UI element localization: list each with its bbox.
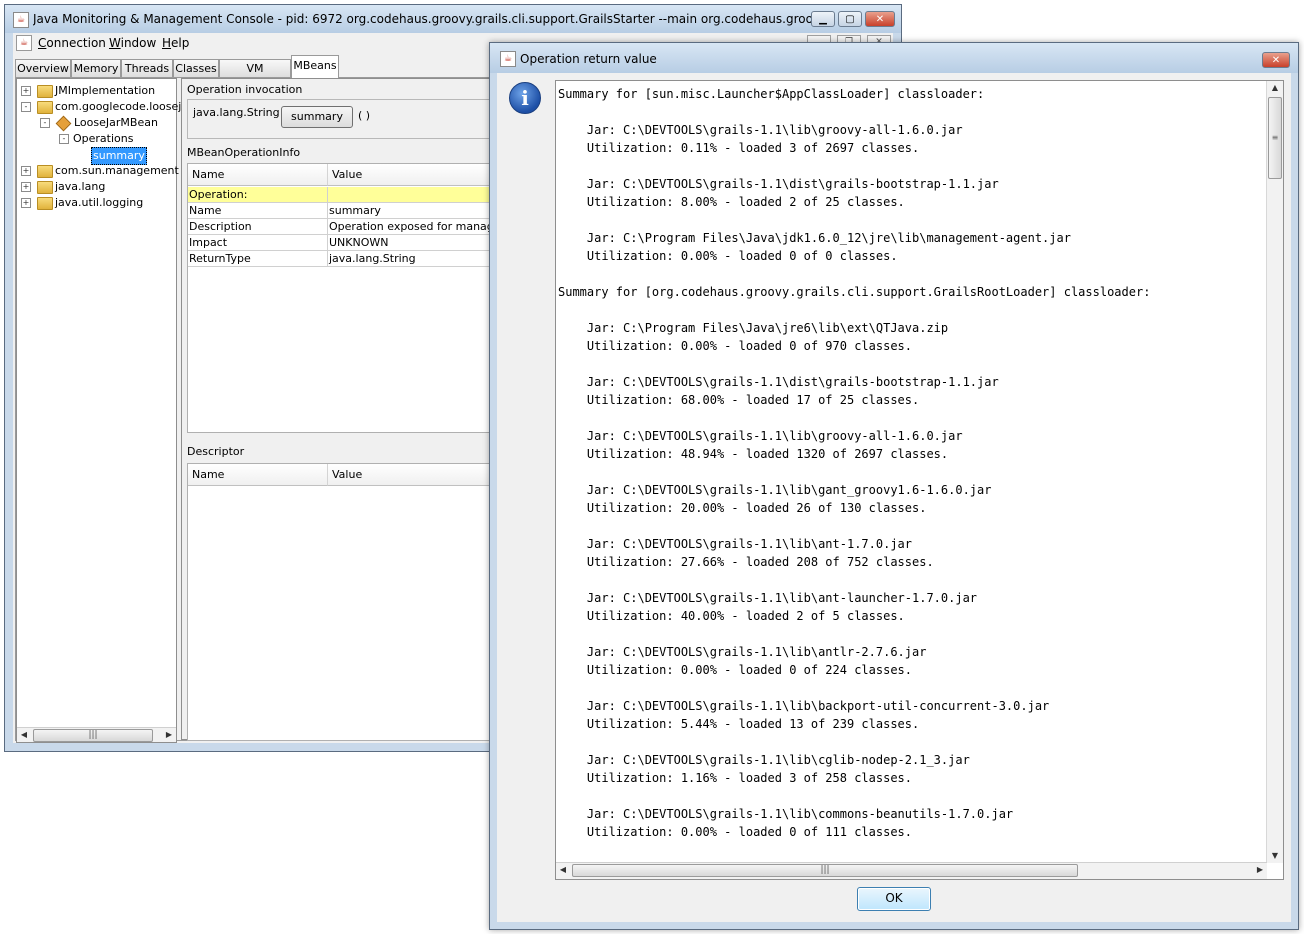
tree-node-operations[interactable]: - Operations [17,131,174,147]
return-value-text-area[interactable]: Summary for [sun.misc.Launcher$AppClassL… [555,80,1284,880]
ok-button[interactable]: OK [857,887,931,911]
menu-connection[interactable]: Connection [38,36,106,50]
scroll-up-icon[interactable]: ▲ [1267,81,1283,95]
tree-node-loosejarmbean[interactable]: - LooseJarMBean [17,115,174,132]
table-row-name[interactable]: Operation: [188,187,328,203]
tab-overview[interactable]: Overview [15,59,71,77]
menu-help-rest: elp [171,36,190,50]
text-horizontal-scrollbar[interactable]: ◀ ||| ▶ [556,862,1267,879]
java-app-icon: ☕ [13,12,29,28]
collapse-icon[interactable]: - [59,134,69,144]
scroll-left-icon[interactable]: ◀ [17,728,31,742]
scroll-left-icon[interactable]: ◀ [556,863,570,877]
maximize-icon: ▢ [845,14,855,25]
close-button[interactable]: ✕ [865,11,895,27]
dialog-close-button[interactable]: ✕ [1262,52,1290,68]
scroll-thumb[interactable]: ≡ [1268,97,1282,179]
summary-invoke-button[interactable]: summary [281,106,353,128]
mbean-operation-info-title: MBeanOperationInfo [187,146,301,159]
column-header-name[interactable]: Name [188,464,328,486]
tree-node-java-lang[interactable]: + java.lang [17,179,174,195]
table-row-name[interactable]: Impact [188,235,328,251]
java-icon[interactable]: ☕ [16,35,32,51]
minimize-icon: ▁ [819,14,827,25]
expand-icon[interactable]: + [21,198,31,208]
expand-icon[interactable]: + [21,86,31,96]
maximize-button[interactable]: ▢ [838,11,862,27]
menu-help-mnemonic: H [162,36,172,50]
java-app-icon: ☕ [500,51,516,67]
operation-invocation-title: Operation invocation [187,83,303,96]
tab-mbeans[interactable]: MBeans [291,55,339,78]
operation-return-dialog: ☕ Operation return value ✕ i Summary for… [489,42,1299,930]
scroll-thumb[interactable]: ||| [572,864,1078,877]
menu-window-rest: indow [120,36,157,50]
tree-node-label: java.util.logging [55,196,144,209]
minimize-button[interactable]: ▁ [811,11,835,27]
tab-vm-summary[interactable]: VM Summary [219,59,291,92]
params-label: ( ) [358,109,371,122]
dialog-title: Operation return value [520,52,657,66]
descriptor-title: Descriptor [187,445,245,458]
tree-node-com-sun-management[interactable]: + com.sun.management [17,163,179,179]
mbean-icon [55,115,72,132]
tab-memory[interactable]: Memory [71,59,121,77]
tree-node-label: JMImplementation [55,84,156,97]
dialog-client-area: i Summary for [sun.misc.Launcher$AppClas… [497,73,1291,922]
scroll-right-icon[interactable]: ▶ [1253,863,1267,877]
tree-node-loosejar[interactable]: - com.googlecode.loosejar [17,99,193,115]
menu-connection-rest: onnection [46,36,106,50]
folder-icon [37,197,53,210]
scroll-down-icon[interactable]: ▼ [1267,849,1283,863]
main-titlebar[interactable]: ☕ Java Monitoring & Management Console -… [5,5,901,33]
column-header-name[interactable]: Name [188,164,328,186]
main-window-title: Java Monitoring & Management Console - p… [33,12,811,26]
scroll-right-icon[interactable]: ▶ [162,728,176,742]
folder-icon [37,181,53,194]
tab-classes[interactable]: Classes [173,59,219,77]
menu-window-mnemonic: W [109,36,121,50]
return-type-label: java.lang.String [193,106,280,119]
tree-horizontal-scrollbar[interactable]: ◀ ||| ▶ [17,727,176,742]
expand-icon[interactable]: + [21,182,31,192]
tree-node-label: java.lang [55,180,106,193]
tree-node-label: com.googlecode.loosejar [55,100,193,113]
table-row-name[interactable]: Description [188,219,328,235]
tree-node-label: com.sun.management [55,164,179,177]
menu-help[interactable]: Help [162,36,189,50]
info-icon: i [509,82,541,114]
text-vertical-scrollbar[interactable]: ▲ ≡ ▼ [1266,81,1283,863]
tree-node-label: LooseJarMBean [74,116,158,129]
tree-node-java-util-logging[interactable]: + java.util.logging [17,195,174,211]
tree-node-jmimplementation[interactable]: + JMImplementation [17,83,174,99]
folder-icon [37,165,53,178]
scroll-thumb[interactable]: ||| [33,729,153,742]
mbean-tree: + JMImplementation - com.googlecode.loos… [16,78,193,743]
dialog-titlebar[interactable]: ☕ Operation return value ✕ [490,43,1298,73]
expand-icon[interactable]: + [21,166,31,176]
close-icon: ✕ [875,14,885,25]
collapse-icon[interactable]: - [21,102,31,112]
close-icon: ✕ [1271,55,1281,66]
table-row-name[interactable]: Name [188,203,328,219]
menu-window[interactable]: Window [109,36,156,50]
collapse-icon[interactable]: - [40,118,50,128]
folder-icon [37,85,53,98]
tree-node-label: Operations [73,132,134,145]
folder-icon [37,101,53,114]
table-row-name[interactable]: ReturnType [188,251,328,267]
return-value-text: Summary for [sun.misc.Launcher$AppClassL… [558,87,1151,839]
tab-threads[interactable]: Threads [121,59,173,77]
tree-node-summary[interactable]: summary [17,147,174,165]
